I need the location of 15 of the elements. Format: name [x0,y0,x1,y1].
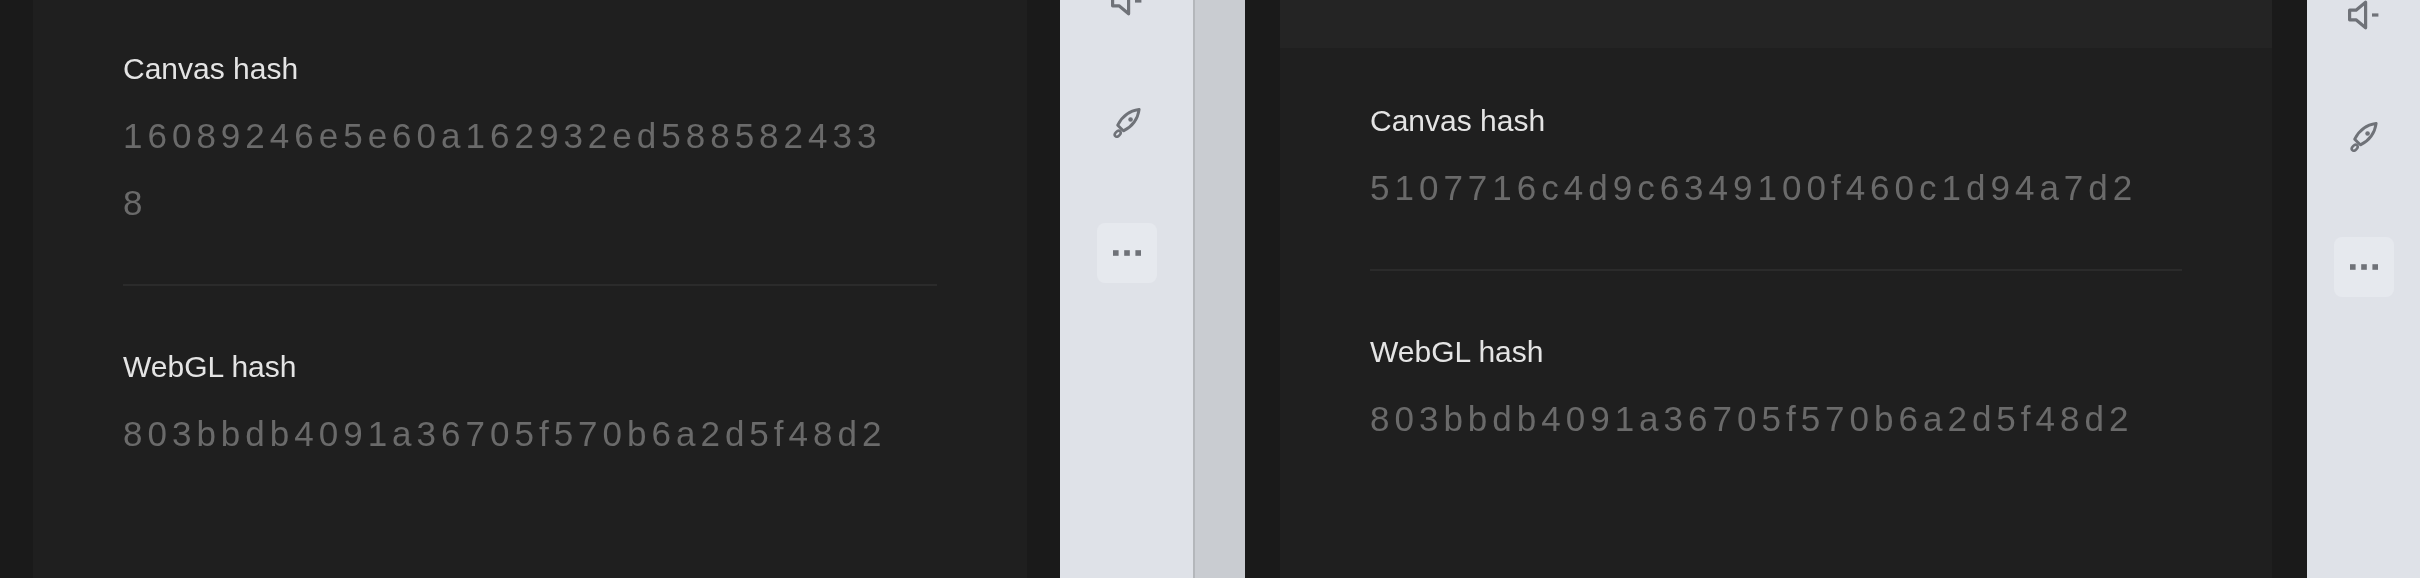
field-label: Canvas hash [1370,103,1547,139]
toolbar-button[interactable] [1096,223,1157,283]
hash-value: 5107716c4d9c6349100f460c1d94a7d2 [1370,167,2139,209]
hash-value: 16089246e5e60a162932ed5885824338 [123,115,883,224]
rocket-icon [2347,122,2380,152]
more-icon [1112,250,1141,256]
field-label: WebGL hash [1370,334,1545,370]
hash-value: 803bbdb4091a36705f570b6a2d5f48d2 [123,413,888,455]
more-icon [2349,264,2378,270]
field-label: WebGL hash [123,349,298,385]
speaker-icon [2347,0,2380,30]
toolbar-button[interactable] [2333,237,2394,297]
rocket-icon [1110,108,1143,138]
hash-value: 803bbdb4091a36705f570b6a2d5f48d2 [1370,398,2135,440]
field-label: Canvas hash [123,51,300,87]
